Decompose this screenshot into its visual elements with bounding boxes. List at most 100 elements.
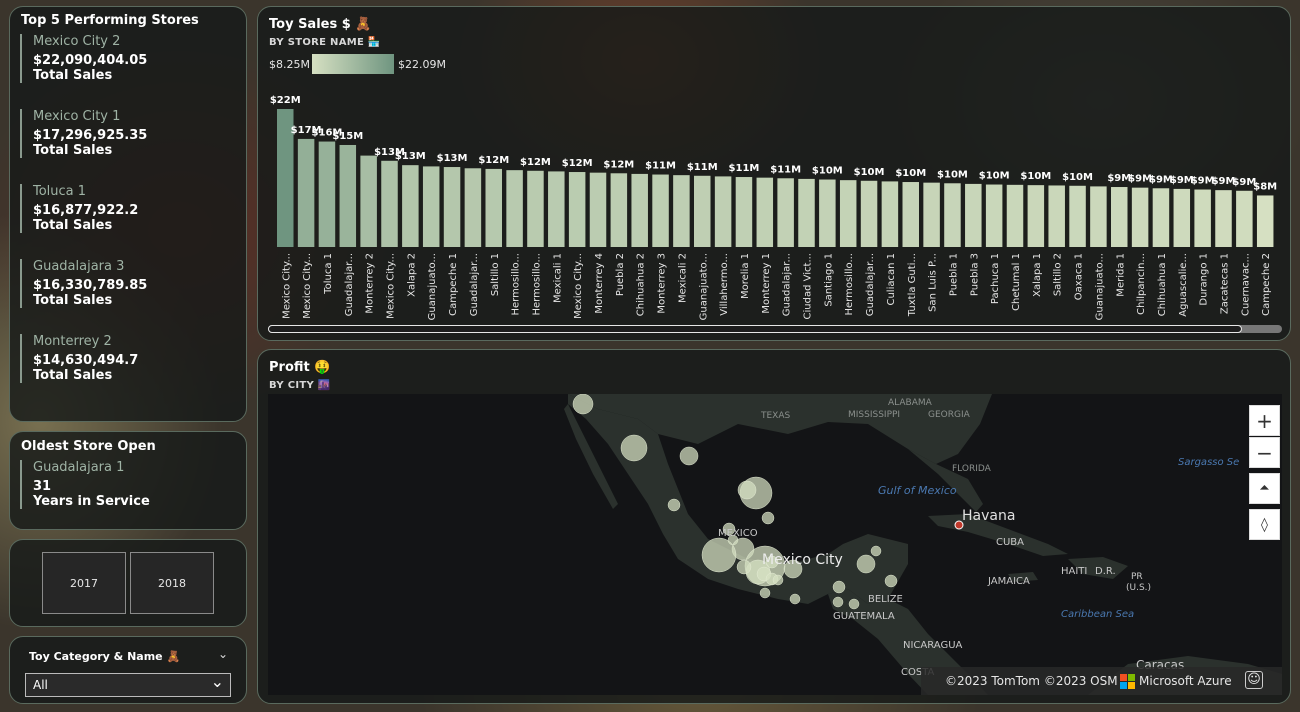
sales-bar[interactable] [1194,189,1211,247]
store-sales-value: $16,877,922.2 [33,203,139,218]
sales-bar[interactable] [839,180,857,247]
profit-bubble[interactable] [759,587,771,599]
chevron-down-icon[interactable]: ⌄ [218,647,228,661]
sales-bar[interactable] [902,182,920,247]
color-scale-legend [312,54,394,74]
map-label: GEORGIA [928,410,970,420]
category-tick-label: Ciudad Vict... [803,253,814,319]
map-label: MISSISSIPPI [848,410,901,420]
sales-bar[interactable] [944,183,961,247]
sales-bar[interactable] [1131,187,1149,247]
profit-bubble[interactable] [737,480,757,500]
sales-bar[interactable] [1069,185,1086,247]
store-sales-value: $17,296,925.35 [33,128,148,143]
scrollbar-thumb[interactable] [268,325,1242,333]
map-brand: Microsoft Azure [1139,674,1232,688]
profit-bubble[interactable] [679,446,699,466]
sales-bar[interactable] [965,183,982,247]
horizontal-scrollbar[interactable] [268,325,1282,333]
sales-bar[interactable] [985,184,1003,247]
map-label: GUATEMALA [833,611,895,622]
sales-bar[interactable] [652,174,669,247]
category-tick-label: Santiago 1 [823,253,834,307]
sales-bar[interactable] [1152,188,1170,247]
profit-bubble[interactable] [884,574,898,588]
sales-bar[interactable] [589,172,607,247]
category-tick-label: Mexico City... [281,253,292,319]
sales-bar[interactable] [402,165,419,247]
sales-bar[interactable] [297,138,315,247]
profit-bubble[interactable] [832,596,844,608]
zoom-in-button[interactable]: + [1249,405,1280,436]
sales-bar[interactable] [527,170,544,247]
store-name: Mexico City 1 [33,109,121,124]
profit-bubble[interactable] [772,574,784,586]
feedback-smiley-icon[interactable]: ☺ [1245,671,1263,689]
sales-bar[interactable] [777,178,794,247]
tilt-icon[interactable]: ⏶ [1249,473,1280,504]
sales-bar[interactable] [1256,195,1274,247]
sales-bar[interactable] [881,181,899,247]
profit-bubble[interactable] [789,593,801,605]
sales-bar[interactable] [1236,190,1253,247]
sales-bar[interactable] [735,177,753,247]
profit-bubble[interactable] [832,580,846,594]
sales-bar[interactable] [381,160,398,247]
profit-bubble[interactable] [856,554,876,574]
sales-bar[interactable] [610,173,628,247]
profit-bubble[interactable] [736,559,752,575]
category-tick-label: Monterrey 1 [761,253,772,314]
sales-bar[interactable] [673,175,690,247]
year-button-2018[interactable]: 2018 [130,552,214,614]
category-tick-label: Puebla 2 [615,253,626,296]
sales-bar[interactable] [923,182,940,247]
profit-bubble[interactable] [572,394,594,415]
profit-bubble[interactable] [870,545,882,557]
profit-bubble[interactable] [848,598,860,610]
sales-bar[interactable] [1027,185,1045,247]
sales-bar[interactable] [360,155,377,247]
sales-bar[interactable] [798,178,815,247]
profit-bubble[interactable] [761,511,775,525]
profit-bubble[interactable] [701,537,737,573]
sales-bar[interactable] [1090,186,1107,247]
sales-bar[interactable] [443,167,461,247]
sales-bar[interactable] [339,144,357,247]
sales-bar[interactable] [506,170,523,247]
sales-bar[interactable] [819,179,836,247]
mexico-landmass [568,394,908,604]
map-label: D.R. [1095,566,1116,577]
sales-bar[interactable] [1006,184,1024,247]
sales-bar[interactable] [422,166,440,247]
sales-bar[interactable] [694,175,711,247]
profit-bubble[interactable] [620,434,648,462]
bar-data-label: $22M [270,95,301,106]
bar-data-label: $12M [562,158,593,169]
sales-bar[interactable] [318,141,336,247]
sales-bar[interactable] [714,176,732,247]
microsoft-logo-icon [1120,674,1135,689]
sales-bar[interactable] [1215,190,1232,247]
category-tick-label: Aguascalie... [1178,253,1189,317]
compass-icon[interactable]: ◊ [1249,509,1280,540]
category-slicer-title: Toy Category & Name 🧸 [29,650,181,663]
sales-bar[interactable] [1111,187,1128,247]
profit-bubble[interactable] [667,498,681,512]
sales-bar[interactable] [1173,188,1191,247]
sales-bar[interactable] [1048,185,1065,247]
zoom-out-button[interactable]: − [1249,437,1280,468]
sales-bar[interactable] [631,173,648,247]
year-button-2017[interactable]: 2017 [42,552,126,614]
category-dropdown[interactable]: All ⌄ [25,672,231,697]
sales-bar[interactable] [756,177,774,247]
sales-bar[interactable] [464,168,482,247]
category-tick-label: Tuxtla Guti... [907,253,918,317]
sales-bar[interactable] [485,168,503,247]
map-canvas[interactable]: TEXAS ALABAMA MISSISSIPPI GEORGIA FLORID… [268,394,1282,695]
sales-bar[interactable] [860,180,878,247]
sales-bar[interactable] [568,172,586,247]
sales-bar[interactable] [548,171,565,247]
category-tick-label: Hermosillo... [531,253,542,316]
map-label: ALABAMA [888,398,932,408]
category-tick-label: Guadalajar... [782,253,793,316]
